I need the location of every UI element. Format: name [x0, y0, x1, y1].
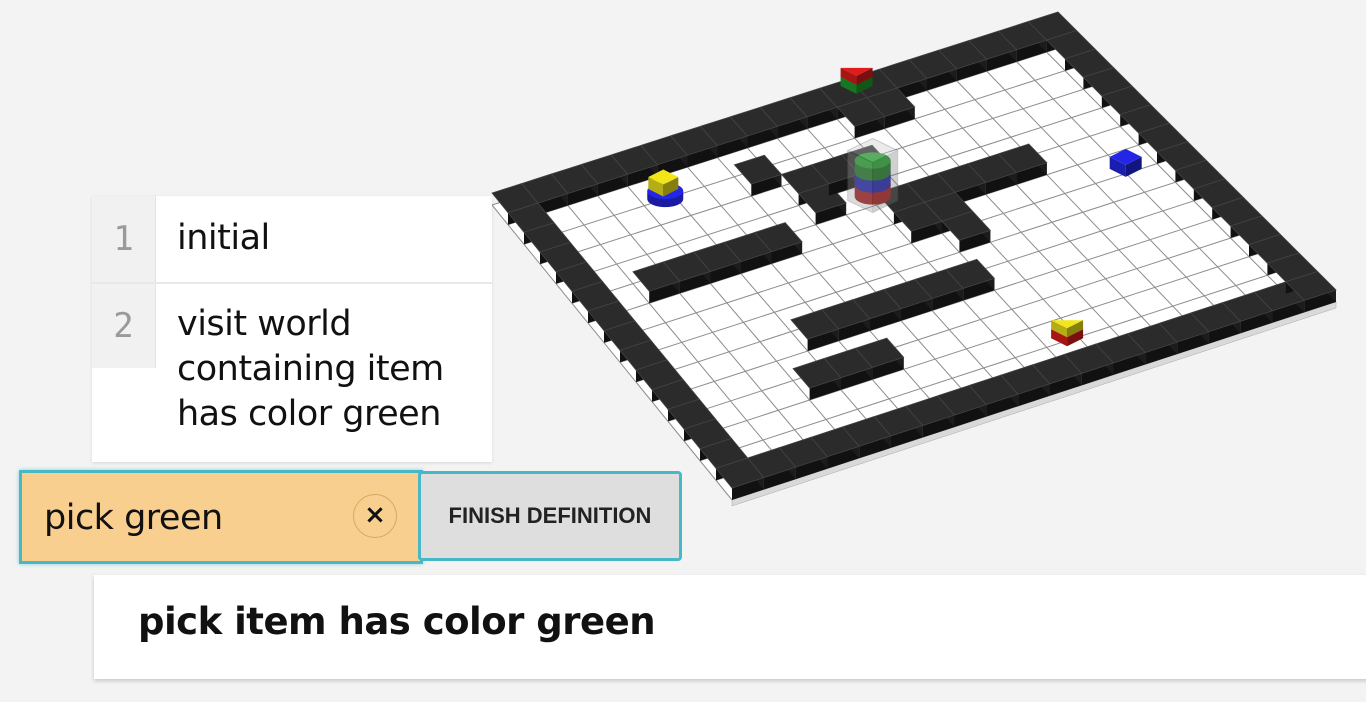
history-row-text: visit world containing item has color gr… [177, 304, 444, 434]
clear-button[interactable]: × [353, 494, 397, 538]
suggestion-text: pick item has color green [138, 600, 656, 643]
robot-glass [846, 137, 899, 214]
history-row-number: 2 [92, 284, 156, 368]
history-row-text: initial [177, 218, 270, 258]
history-panel: 1 initial 2 visit world containing item … [92, 196, 492, 462]
history-row[interactable]: 1 initial [92, 196, 492, 284]
item-robot-stack [846, 137, 899, 214]
history-row-number: 1 [92, 196, 156, 282]
suggestion-panel[interactable]: pick item has color green [94, 575, 1366, 679]
history-row[interactable]: 2 visit world containing item has color … [92, 284, 492, 462]
command-input-box: × [19, 470, 423, 564]
finish-definition-button[interactable]: FINISH DEFINITION [418, 471, 682, 561]
command-input[interactable] [44, 493, 344, 543]
